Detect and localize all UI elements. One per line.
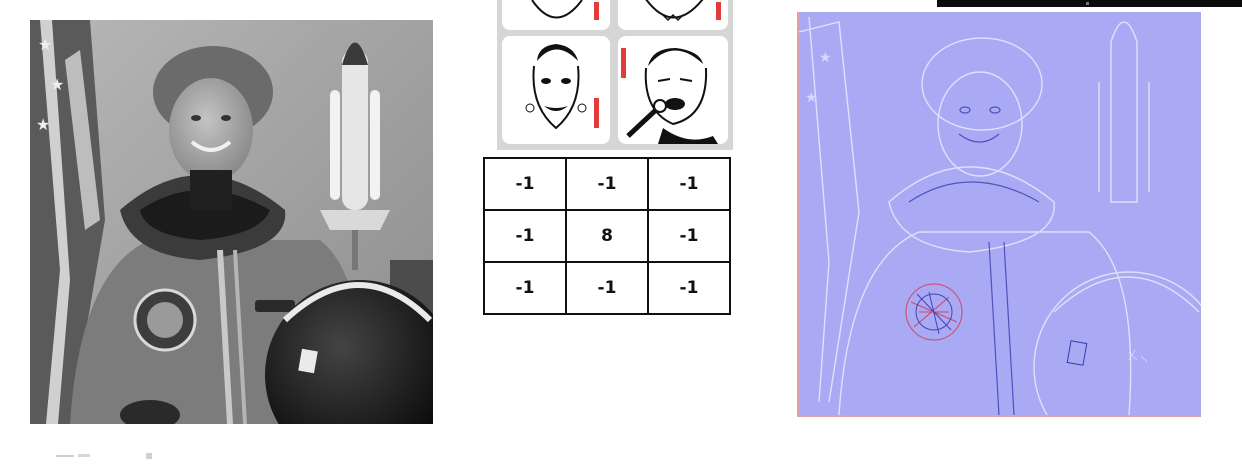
kernel-row: -1 8 -1 — [483, 209, 731, 263]
caricature-drawing — [645, 0, 721, 22]
kernel-cell: -1 — [483, 209, 567, 263]
edge-detected-output: ★ ★ — [797, 12, 1201, 417]
kernel-center-cell: 8 — [565, 209, 649, 263]
svg-text:★: ★ — [805, 89, 818, 105]
bar-mark — [1086, 2, 1089, 5]
input-photo: ★ ★ ★ — [30, 20, 433, 424]
kernel-cell: -1 — [647, 209, 731, 263]
kernel-cell: -1 — [565, 157, 649, 211]
svg-text:★: ★ — [819, 49, 832, 65]
caricature-drawing — [531, 0, 599, 20]
kernel-cell: -1 — [647, 157, 731, 211]
svg-text:★: ★ — [38, 37, 52, 54]
laplacian-kernel-table: -1 -1 -1 -1 8 -1 -1 -1 -1 — [483, 157, 731, 315]
kernel-cell: -1 — [647, 261, 731, 315]
cropped-dark-bar — [937, 0, 1242, 7]
astronaut-photo-illustration: ★ ★ ★ — [30, 20, 433, 424]
edge-map-illustration: ★ ★ — [799, 12, 1201, 415]
caricature-drawing — [525, 44, 599, 130]
svg-text:★: ★ — [36, 117, 50, 134]
faint-text-fragment — [48, 448, 168, 459]
kernel-row: -1 -1 -1 — [483, 261, 731, 315]
caricature-card — [502, 0, 610, 30]
kernel-cell: -1 — [565, 261, 649, 315]
kernel-cell: -1 — [483, 157, 567, 211]
caricature-card — [618, 36, 728, 144]
svg-text:★: ★ — [50, 77, 64, 94]
kernel-row: -1 -1 -1 — [483, 157, 731, 211]
kernel-cell: -1 — [483, 261, 567, 315]
caricature-card — [502, 36, 610, 144]
caricature-drawing — [621, 48, 718, 144]
caricature-sheet — [497, 0, 733, 150]
caricature-card — [618, 0, 728, 30]
